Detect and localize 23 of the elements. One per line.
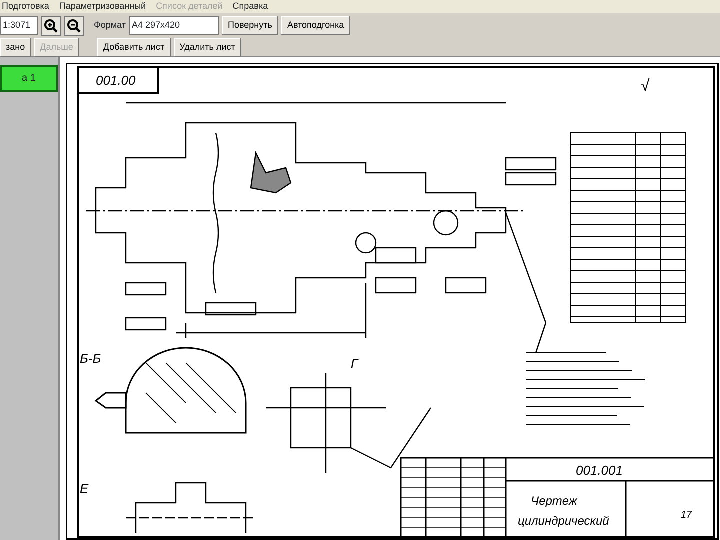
- roughness-mark: √: [641, 78, 650, 95]
- scale-field[interactable]: 1:3071: [0, 16, 38, 35]
- menu-item[interactable]: Подготовка: [2, 0, 50, 14]
- zoom-out-button[interactable]: [64, 16, 84, 36]
- format-label: Формат: [94, 18, 126, 32]
- menu-item[interactable]: Справка: [232, 0, 268, 14]
- zoom-in-button[interactable]: [41, 16, 61, 36]
- toolbar-button[interactable]: Повернуть: [222, 16, 278, 35]
- toolbar-button[interactable]: Добавить лист: [97, 38, 171, 57]
- view-label: Е: [80, 481, 89, 496]
- view-label: Г: [351, 356, 358, 371]
- sheet-number: 17: [681, 510, 692, 521]
- section-label: Б-Б: [80, 351, 102, 366]
- toolbar-button[interactable]: Автоподгонка: [281, 16, 350, 35]
- drawing-number: 001.00: [96, 73, 136, 88]
- toolbar-button[interactable]: Удалить лист: [174, 38, 242, 57]
- format-select[interactable]: А4 297x420: [128, 16, 219, 35]
- toolbar-button[interactable]: зано: [0, 38, 32, 57]
- title-code: 001.001: [576, 463, 623, 478]
- sheet-tab[interactable]: а 1: [0, 65, 58, 92]
- title-subtitle: цилиндрический: [518, 514, 610, 528]
- menu-item[interactable]: Параметризованный: [59, 0, 146, 14]
- title-name: Чертеж: [531, 494, 578, 508]
